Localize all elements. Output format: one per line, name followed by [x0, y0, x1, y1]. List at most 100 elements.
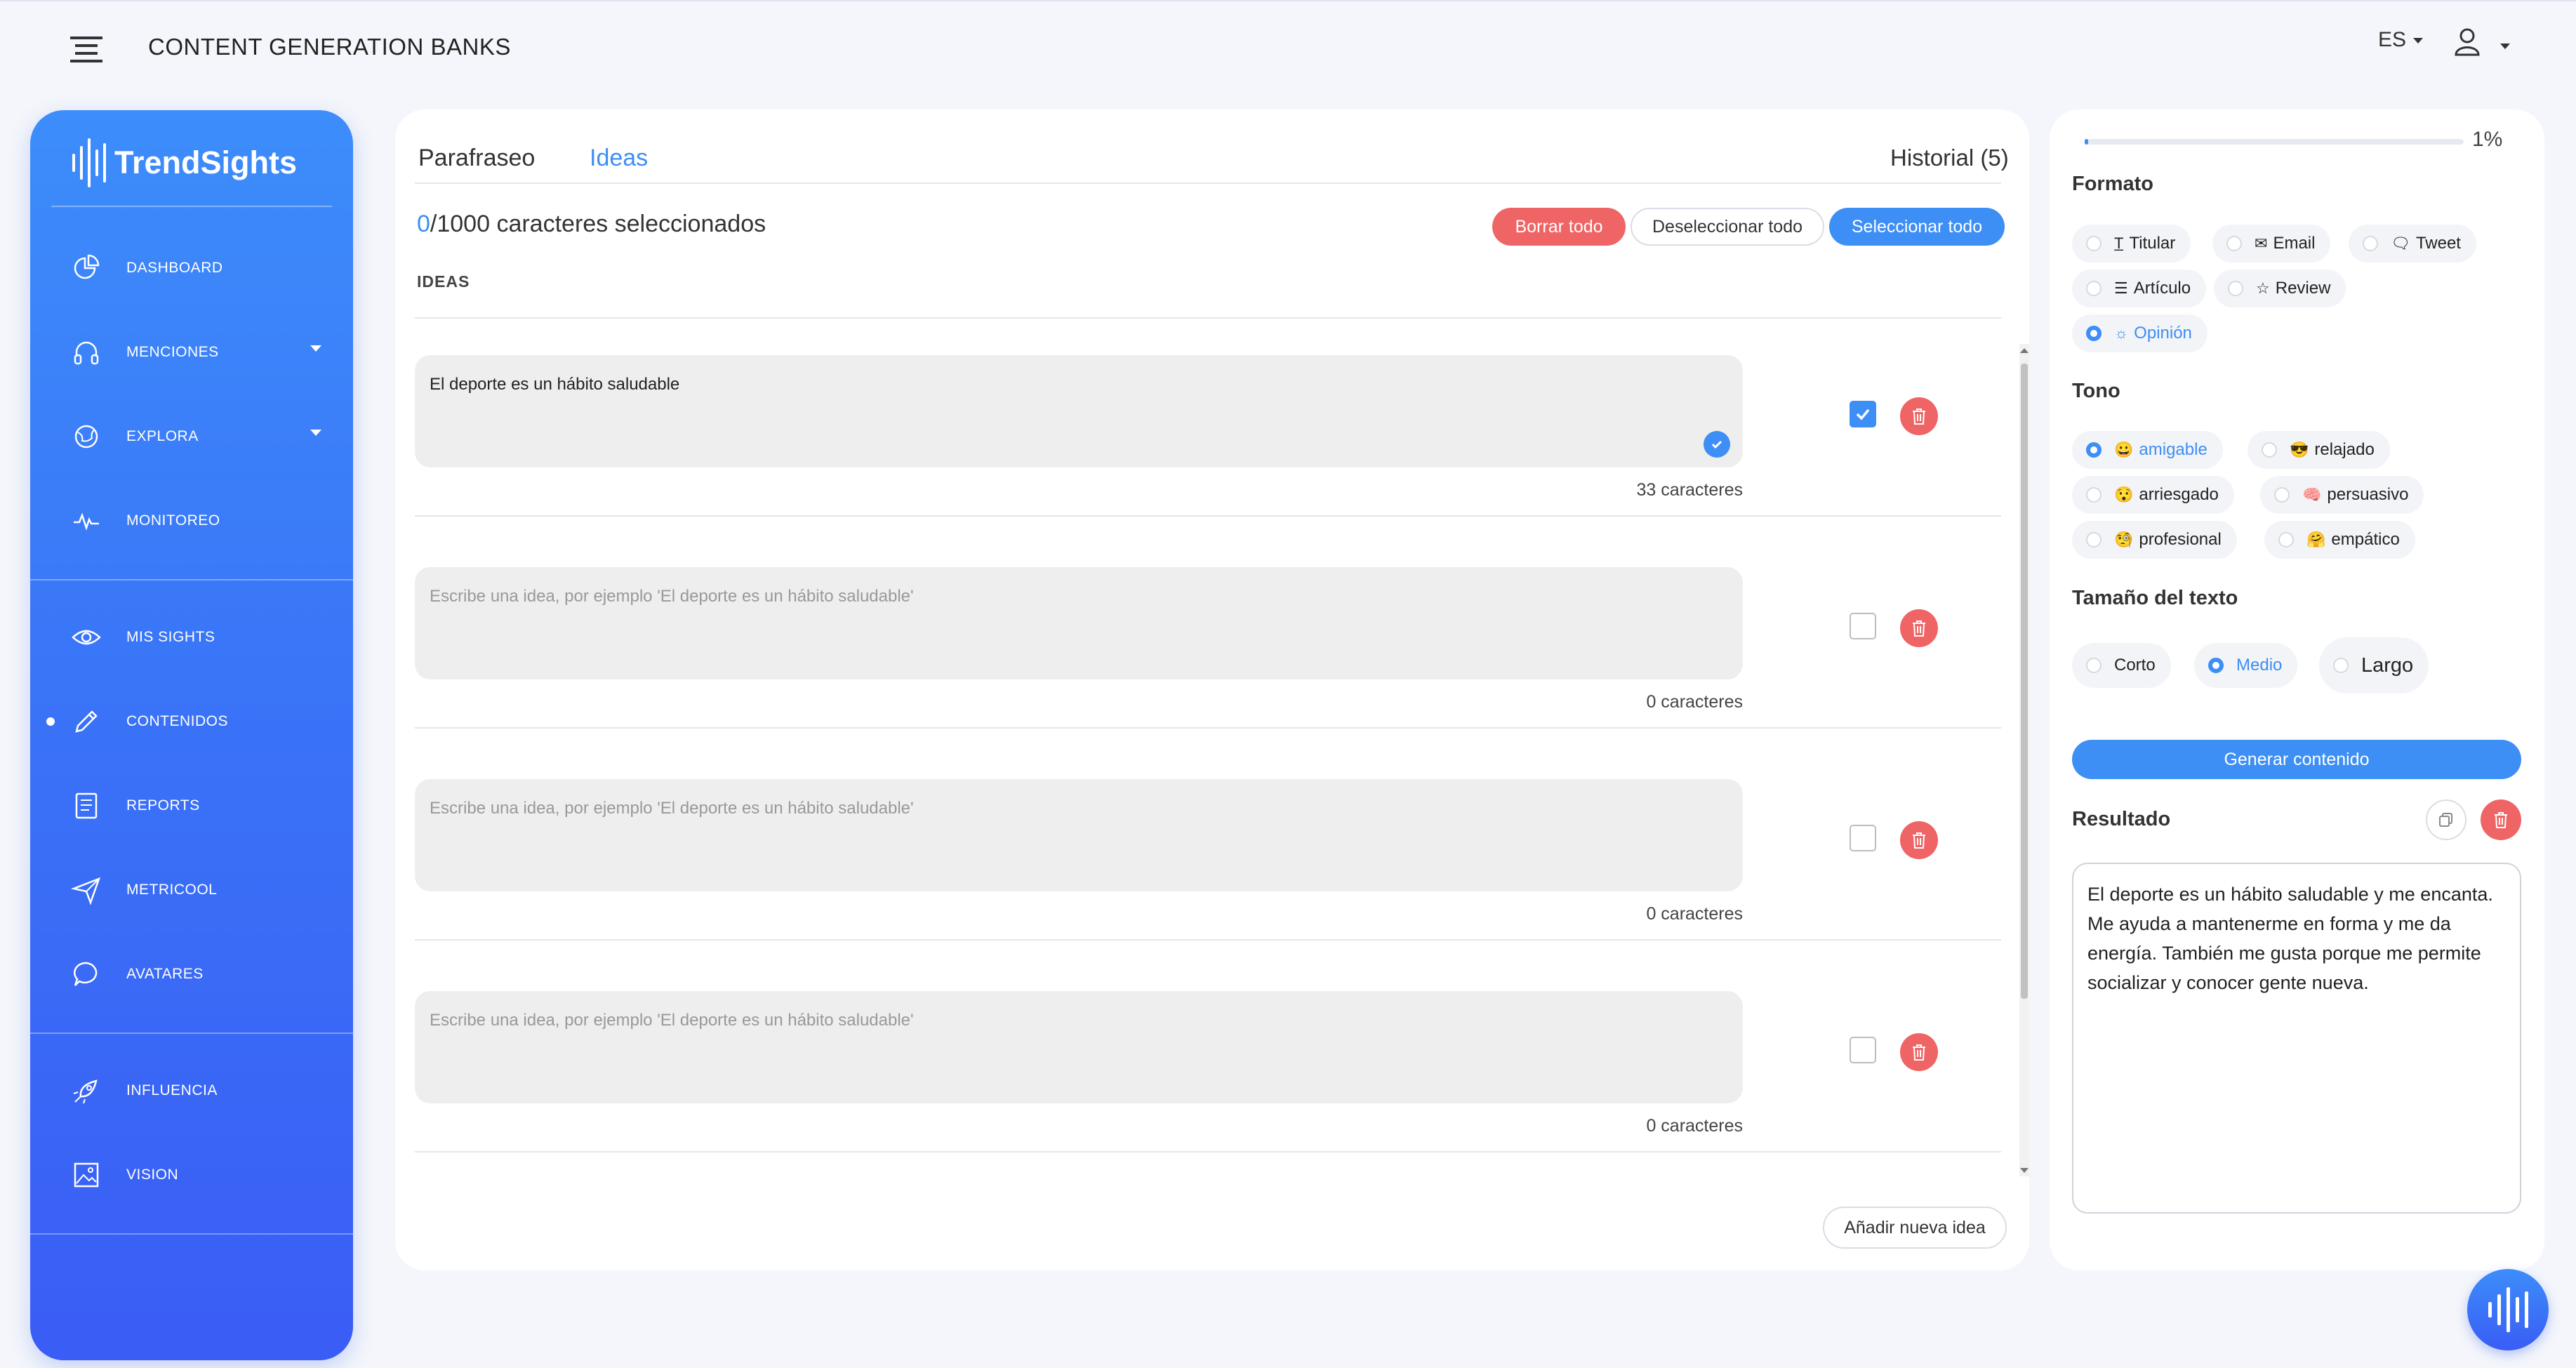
tab-parafraseo[interactable]: Parafraseo — [418, 145, 535, 172]
sidebar-item-label: METRICOOL — [126, 882, 218, 898]
copy-button[interactable] — [2426, 799, 2467, 840]
tab-ideas[interactable]: Ideas — [590, 145, 648, 172]
idea-row: El deporte es un hábito saludable 33 car… — [415, 320, 1996, 532]
delete-idea-button[interactable] — [1900, 821, 1938, 859]
sidebar-item-label: MIS SIGHTS — [126, 629, 215, 645]
radio[interactable] — [2333, 658, 2349, 673]
idea-checkbox[interactable] — [1850, 401, 1876, 427]
logo[interactable]: TrendSights — [72, 131, 297, 194]
radio[interactable] — [2274, 487, 2290, 503]
format-option-email[interactable]: ✉ Email — [2212, 225, 2331, 263]
clear-all-button[interactable]: Borrar todo — [1492, 208, 1626, 246]
divider — [415, 317, 2001, 319]
copy-icon — [2439, 813, 2452, 827]
assistant-fab[interactable] — [2467, 1269, 2549, 1350]
sidebar-item-label: VISION — [126, 1167, 179, 1183]
idea-checkbox[interactable] — [1850, 613, 1876, 639]
idea-input[interactable]: Escribe una idea, por ejemplo 'El deport… — [415, 567, 1743, 679]
chat-icon — [69, 957, 104, 992]
chevron-down-icon[interactable] — [310, 345, 321, 352]
menu-toggle-icon[interactable] — [70, 36, 102, 63]
sidebar-item-influencia[interactable]: INFLUENCIA — [69, 1063, 336, 1119]
sidebar-item-explora[interactable]: EXPLORA — [69, 409, 336, 465]
trash-icon — [2495, 812, 2507, 828]
tone-option-persuasivo[interactable]: 🧠 persuasivo — [2260, 476, 2424, 514]
scroll-up-icon[interactable] — [2020, 348, 2029, 353]
sidebar-item-vision[interactable]: VISION — [69, 1147, 336, 1203]
radio[interactable] — [2278, 532, 2294, 547]
chevron-down-icon[interactable] — [310, 430, 321, 436]
idea-input[interactable]: Escribe una idea, por ejemplo 'El deport… — [415, 991, 1743, 1103]
ideas-card: Parafraseo Ideas Historial (5) 0/1000 ca… — [395, 109, 2029, 1270]
divider — [30, 579, 353, 580]
radio[interactable] — [2086, 236, 2102, 251]
tone-option-profesional[interactable]: 🧐 profesional — [2072, 521, 2237, 559]
format-option-articulo[interactable]: ☰ Artículo — [2072, 270, 2207, 307]
sidebar-item-avatares[interactable]: AVATARES — [69, 946, 336, 1002]
radio[interactable] — [2086, 487, 2102, 503]
language-selector[interactable]: ES — [2378, 28, 2424, 52]
delete-idea-button[interactable] — [1900, 609, 1938, 647]
idea-input[interactable]: El deporte es un hábito saludable — [415, 355, 1743, 467]
scrollbar-thumb[interactable] — [2021, 364, 2028, 999]
radio[interactable] — [2086, 281, 2102, 296]
divider — [30, 1233, 353, 1235]
option-label: Tweet — [2415, 234, 2461, 253]
select-all-button[interactable]: Seleccionar todo — [1829, 208, 2005, 246]
top-bar: CONTENT GENERATION BANKS ES — [0, 0, 2576, 93]
trash-icon — [1913, 832, 1925, 849]
result-textarea[interactable]: El deporte es un hábito saludable y me e… — [2072, 863, 2521, 1214]
option-label: persuasivo — [2327, 485, 2409, 504]
tone-option-amigable[interactable]: 😀 amigable — [2072, 431, 2223, 469]
sidebar-item-menciones[interactable]: MENCIONES — [69, 324, 336, 380]
pie-chart-icon — [69, 251, 104, 286]
checkmark-icon — [1856, 409, 1870, 420]
char-count: 0 caracteres — [1646, 1116, 1743, 1136]
sidebar-item-contenidos[interactable]: CONTENIDOS — [69, 693, 336, 750]
lightbulb-icon: ☼ — [2114, 324, 2129, 342]
format-option-review[interactable]: ☆ Review — [2214, 270, 2346, 307]
app-title: CONTENT GENERATION BANKS — [148, 34, 511, 60]
radio[interactable] — [2086, 532, 2102, 547]
tone-option-empatico[interactable]: 🤗 empático — [2264, 521, 2415, 559]
format-option-tweet[interactable]: 🗨 Tweet — [2349, 225, 2476, 263]
sidebar-item-reports[interactable]: REPORTS — [69, 778, 336, 834]
idea-input[interactable]: Escribe una idea, por ejemplo 'El deport… — [415, 779, 1743, 891]
delete-idea-button[interactable] — [1900, 1033, 1938, 1071]
size-option-medio[interactable]: Medio — [2194, 643, 2298, 688]
user-menu[interactable] — [2453, 27, 2516, 59]
idea-checkbox[interactable] — [1850, 1037, 1876, 1063]
deselect-all-button[interactable]: Deseleccionar todo — [1631, 208, 1824, 246]
tone-option-arriesgado[interactable]: 😯 arriesgado — [2072, 476, 2234, 514]
sidebar-item-dashboard[interactable]: DASHBOARD — [69, 240, 336, 296]
radio[interactable] — [2086, 658, 2102, 673]
tone-option-relajado[interactable]: 😎 relajado — [2248, 431, 2390, 469]
format-option-titular[interactable]: T̲ Titular — [2072, 225, 2191, 263]
format-heading: Formato — [2072, 173, 2153, 195]
size-option-largo[interactable]: Largo — [2319, 637, 2429, 693]
sidebar: TrendSights DASHBOARD MENCIONES EXPLORA … — [30, 110, 353, 1360]
generate-content-button[interactable]: Generar contenido — [2072, 740, 2521, 779]
radio[interactable] — [2228, 281, 2243, 296]
sidebar-item-metricool[interactable]: METRICOOL — [69, 862, 336, 918]
size-option-corto[interactable]: Corto — [2072, 643, 2171, 688]
pencil-icon — [69, 704, 104, 739]
radio[interactable] — [2086, 442, 2102, 458]
sidebar-item-mis-sights[interactable]: MIS SIGHTS — [69, 609, 336, 665]
idea-placeholder: Escribe una idea, por ejemplo 'El deport… — [430, 1011, 914, 1030]
history-link[interactable]: Historial (5) — [1890, 145, 2009, 171]
star-icon: ☆ — [2256, 279, 2270, 297]
radio[interactable] — [2086, 326, 2102, 341]
radio[interactable] — [2226, 236, 2242, 251]
radio[interactable] — [2363, 236, 2378, 251]
delete-idea-button[interactable] — [1900, 397, 1938, 435]
scroll-down-icon[interactable] — [2020, 1168, 2029, 1173]
format-option-opinion[interactable]: ☼ Opinión — [2072, 314, 2207, 352]
delete-result-button[interactable] — [2481, 799, 2521, 840]
radio[interactable] — [2262, 442, 2277, 458]
radio[interactable] — [2208, 658, 2224, 673]
add-idea-button[interactable]: Añadir nueva idea — [1823, 1207, 2007, 1249]
sidebar-item-monitoreo[interactable]: MONITOREO — [69, 493, 336, 549]
envelope-icon: ✉ — [2255, 234, 2268, 252]
idea-checkbox[interactable] — [1850, 825, 1876, 851]
